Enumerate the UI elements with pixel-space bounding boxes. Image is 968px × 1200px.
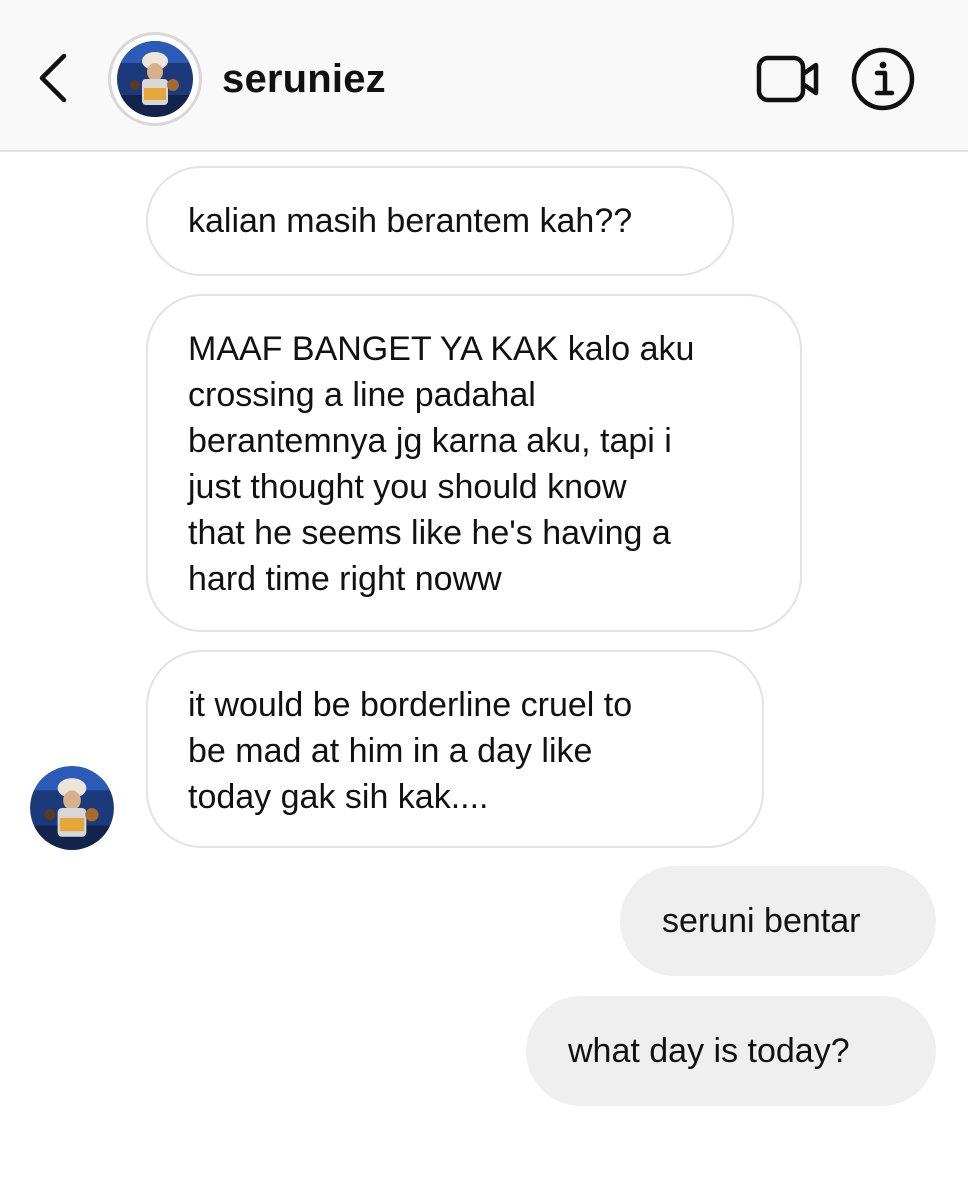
profile-photo bbox=[30, 766, 114, 850]
profile-photo bbox=[117, 41, 193, 117]
message-text-line: seruni bentar bbox=[662, 902, 861, 940]
message-bubble-incoming[interactable]: MAAF BANGET YA KAK kalo aku crossing a l… bbox=[146, 294, 802, 632]
message-text-line: what day is today? bbox=[568, 1032, 850, 1070]
sender-avatar[interactable] bbox=[30, 766, 114, 850]
message-bubble-incoming[interactable]: it would be borderline cruel to be mad a… bbox=[146, 650, 764, 848]
message-text-line: kalian masih berantem kah?? bbox=[188, 202, 633, 240]
message-bubble-outgoing[interactable]: seruni bentar bbox=[620, 866, 936, 976]
message-text-line: it would be borderline cruel to bbox=[188, 686, 633, 724]
video-camera-icon bbox=[756, 55, 819, 103]
message-text-line: today gak sih kak.... bbox=[188, 778, 489, 816]
message-text-line: hard time right noww bbox=[188, 560, 502, 598]
chevron-left-icon bbox=[39, 53, 67, 103]
message-bubble-outgoing[interactable]: what day is today? bbox=[526, 996, 936, 1106]
message-text-line: that he seems like he's having a bbox=[188, 514, 671, 552]
header-avatar[interactable] bbox=[108, 32, 202, 126]
message-text-line: crossing a line padahal bbox=[188, 376, 536, 414]
message-text-line: MAAF BANGET YA KAK kalo aku bbox=[188, 330, 695, 368]
info-button[interactable] bbox=[850, 46, 916, 112]
message-text-line: just thought you should know bbox=[188, 468, 627, 506]
message-bubble-incoming[interactable]: kalian masih berantem kah?? bbox=[146, 166, 734, 276]
info-icon bbox=[851, 47, 915, 111]
message-text-line: be mad at him in a day like bbox=[188, 732, 593, 770]
chat-header: seruniez bbox=[0, 0, 968, 152]
video-call-button[interactable] bbox=[754, 52, 824, 108]
back-button[interactable] bbox=[30, 48, 80, 108]
message-text-line: berantemnya jg karna aku, tapi i bbox=[188, 422, 672, 460]
chat-username[interactable]: seruniez bbox=[222, 55, 386, 103]
